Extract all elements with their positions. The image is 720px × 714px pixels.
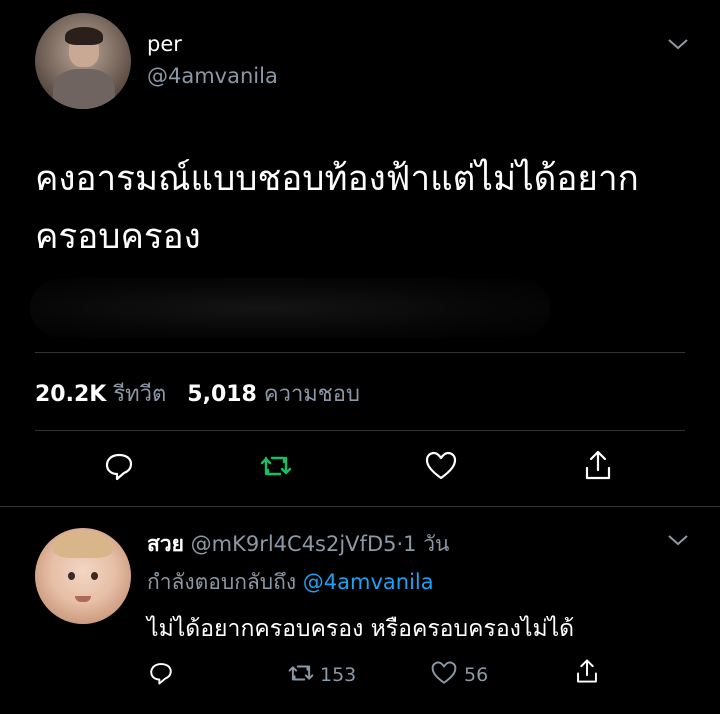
reply-like-count: 56: [464, 664, 489, 686]
reply-retweet-count: 153: [320, 664, 357, 686]
divider: [35, 430, 685, 431]
heart-icon[interactable]: [424, 450, 458, 482]
tweet-stats: 20.2K รีทวีต 5,018 ความชอบ: [35, 376, 360, 411]
reply-author-avatar[interactable]: [35, 528, 131, 624]
tweet-text: คงอารมณ์แบบชอบท้องฟ้าแต่ไม่ได้อยาก ครอบค…: [35, 159, 639, 257]
reply-time[interactable]: 1 วัน: [403, 532, 449, 556]
reply-header: สวย @mK9rl4C4s2jVfD5·1 วัน: [147, 528, 449, 561]
replying-to-link[interactable]: @4amvanila: [303, 570, 434, 594]
replying-to: กำลังตอบกลับถึง @4amvanila: [147, 566, 434, 599]
heart-icon[interactable]: [430, 660, 458, 690]
like-count[interactable]: 5,018: [187, 382, 257, 407]
blurred-area: [30, 278, 550, 338]
divider: [0, 506, 720, 507]
retweet-count[interactable]: 20.2K: [35, 382, 106, 407]
divider: [35, 352, 685, 353]
reply-author-handle[interactable]: @mK9rl4C4s2jVfD5: [191, 532, 397, 556]
author-avatar[interactable]: [35, 13, 131, 109]
author-name[interactable]: per: [147, 32, 182, 56]
chevron-down-icon[interactable]: [666, 36, 690, 52]
chevron-down-icon[interactable]: [666, 532, 690, 548]
reply-like-action[interactable]: 56: [430, 660, 488, 690]
retweet-icon[interactable]: [258, 450, 294, 482]
retweet-label: รีทวีต: [113, 382, 167, 407]
author-handle[interactable]: @4amvanila: [147, 64, 278, 88]
retweet-icon[interactable]: [286, 660, 316, 690]
share-icon[interactable]: [582, 448, 614, 482]
share-icon[interactable]: [574, 657, 600, 685]
reply-text: ไม่ได้อยากครอบครอง หรือครอบครองไม่ได้: [147, 616, 575, 642]
reply-retweet-action[interactable]: 153: [286, 660, 356, 690]
replying-label: กำลังตอบกลับถึง: [147, 570, 297, 594]
reply-author-name[interactable]: สวย: [147, 532, 184, 556]
reply-icon[interactable]: [103, 450, 135, 482]
like-label: ความชอบ: [263, 382, 360, 407]
reply-icon[interactable]: [148, 660, 174, 686]
